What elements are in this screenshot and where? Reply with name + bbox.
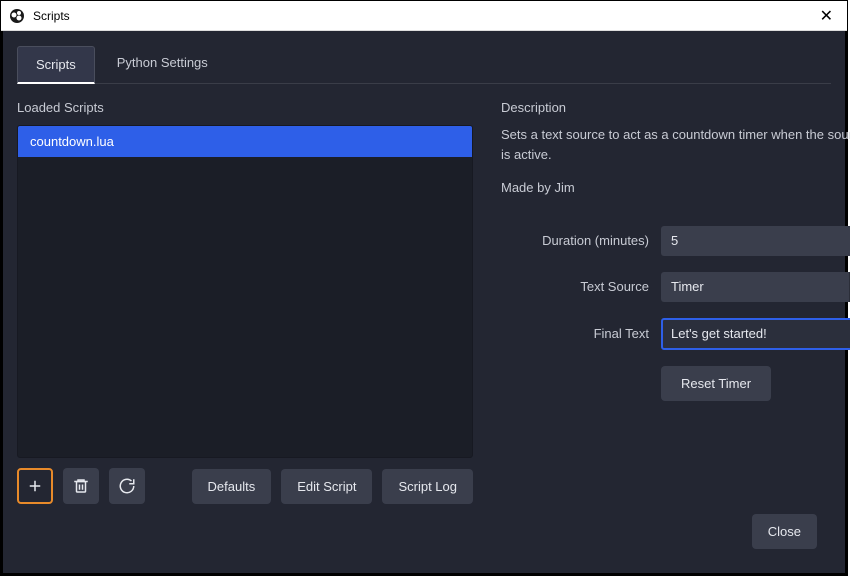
textsource-row: Text Source Timer ▾	[501, 272, 850, 302]
textsource-label: Text Source	[501, 279, 661, 294]
duration-spinner[interactable]: ▲ ▼	[661, 226, 850, 256]
script-toolbar: Defaults Edit Script Script Log	[17, 468, 473, 504]
duration-input[interactable]	[661, 226, 850, 256]
finaltext-row: Final Text	[501, 318, 850, 350]
defaults-button[interactable]: Defaults	[192, 469, 272, 504]
tab-bar: Scripts Python Settings	[17, 41, 831, 84]
plus-icon	[26, 477, 44, 495]
window-title: Scripts	[33, 9, 814, 23]
textsource-select[interactable]: Timer ▾	[661, 272, 850, 302]
script-list[interactable]: countdown.lua	[17, 125, 473, 458]
description-label: Description	[501, 100, 850, 115]
reload-script-button[interactable]	[109, 468, 145, 504]
titlebar: Scripts ✕	[1, 1, 847, 31]
textsource-value: Timer	[661, 279, 849, 294]
finaltext-label: Final Text	[501, 326, 661, 341]
tab-python-settings[interactable]: Python Settings	[99, 45, 226, 83]
trash-icon	[72, 477, 90, 495]
tab-scripts[interactable]: Scripts	[17, 46, 95, 84]
close-icon[interactable]: ✕	[814, 6, 839, 26]
delete-script-button[interactable]	[63, 468, 99, 504]
add-script-button[interactable]	[17, 468, 53, 504]
reload-icon	[118, 477, 136, 495]
finaltext-input[interactable]	[661, 318, 850, 350]
content-area: Scripts Python Settings Loaded Scripts c…	[1, 31, 847, 575]
script-log-button[interactable]: Script Log	[382, 469, 473, 504]
right-column: Description Sets a text source to act as…	[501, 100, 850, 504]
main-columns: Loaded Scripts countdown.lua	[17, 84, 831, 504]
close-button[interactable]: Close	[752, 514, 817, 549]
duration-label: Duration (minutes)	[501, 233, 661, 248]
loaded-scripts-label: Loaded Scripts	[17, 100, 473, 115]
edit-script-button[interactable]: Edit Script	[281, 469, 372, 504]
duration-row: Duration (minutes) ▲ ▼	[501, 226, 850, 256]
left-column: Loaded Scripts countdown.lua	[17, 100, 473, 504]
reset-timer-button[interactable]: Reset Timer	[661, 366, 771, 401]
list-item[interactable]: countdown.lua	[18, 126, 472, 157]
scripts-window: Scripts ✕ Scripts Python Settings Loaded…	[0, 0, 848, 576]
app-icon	[9, 8, 25, 24]
description-text-2: Made by Jim	[501, 178, 850, 198]
footer: Close	[17, 504, 831, 561]
description-text-1: Sets a text source to act as a countdown…	[501, 125, 850, 164]
reset-row: Reset Timer	[501, 366, 850, 401]
